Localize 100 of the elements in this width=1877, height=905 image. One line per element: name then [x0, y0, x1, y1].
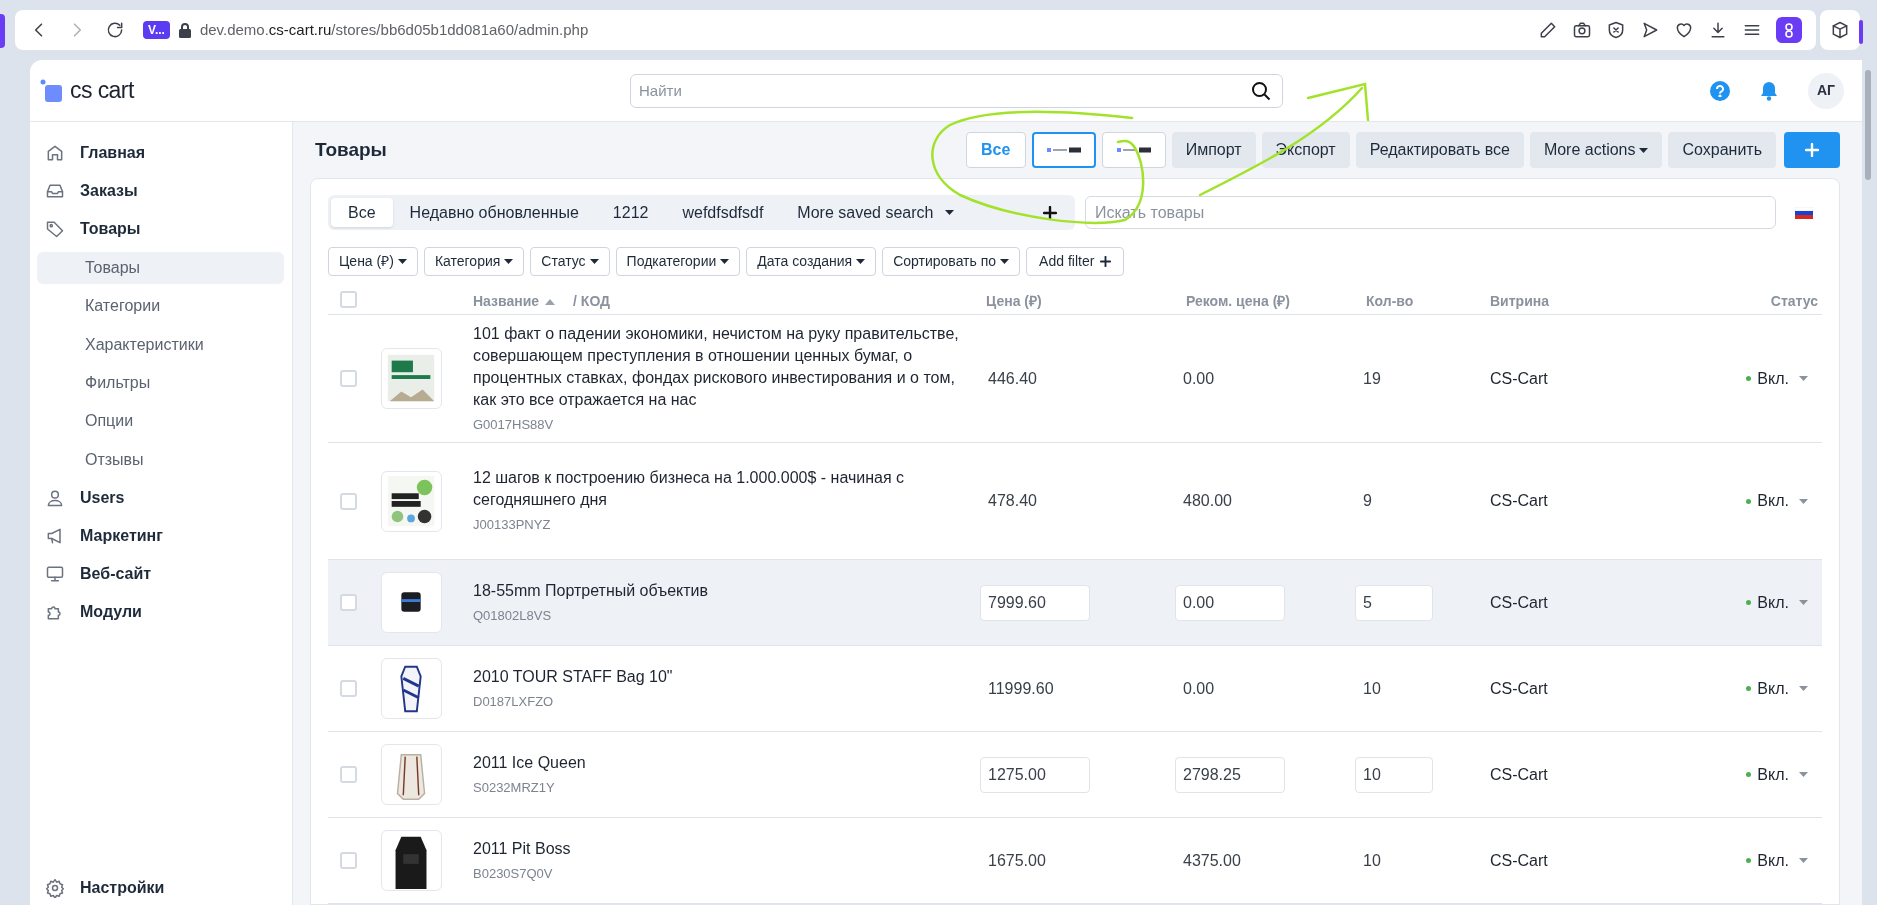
user-avatar[interactable]: АГ [1808, 72, 1844, 109]
quantity-field[interactable]: 10 [1355, 756, 1433, 793]
search-icon[interactable] [1251, 80, 1271, 101]
filter-dropdown[interactable]: Сортировать по [882, 247, 1021, 276]
list-price-field: 0.00 [1175, 369, 1223, 387]
url-text[interactable]: dev.demo.cs-cart.ru/stores/bb6d05b1dd081a60/admin.php [199, 18, 589, 42]
product-name[interactable]: 2011 Pit Boss [473, 837, 960, 860]
sidebar-subitem[interactable]: Характеристики [37, 328, 284, 361]
sidebar-subitem[interactable]: Категории [37, 290, 284, 323]
product-name[interactable]: 101 факт о падении экономики, нечистом на руку правительстве, совершающем преступления в отношении ценных бумаг, о процентных ставках, фондах рискового инвестирования и о том, как это все отражается на нас [473, 322, 960, 411]
logo-text[interactable]: cs cart [70, 73, 134, 108]
sidebar-item[interactable]: Users [37, 481, 284, 515]
storefront-name: CS-Cart [1490, 368, 1549, 389]
price-field[interactable]: 7999.60 [980, 584, 1090, 621]
caret-icon [504, 259, 514, 264]
settings-icon [45, 878, 65, 898]
view-toggle[interactable] [1031, 132, 1096, 168]
more-actions-button[interactable]: More actions [1529, 132, 1663, 168]
plus-icon [1805, 143, 1819, 157]
price-field: 446.40 [980, 369, 1045, 387]
cube-icon[interactable] [1830, 20, 1850, 40]
russian-flag-icon[interactable] [1795, 206, 1813, 219]
search-field[interactable]: Найти [630, 73, 1283, 108]
checkbox[interactable] [340, 766, 357, 783]
saved-search-tab[interactable]: 1212 [595, 198, 666, 227]
sidebar-subitem[interactable]: Фильтры [37, 366, 284, 399]
product-name[interactable]: 12 шагов к построению бизнеса на 1.000.000$ - начиная с сегодняшнего дня [473, 467, 960, 512]
filter-dropdown[interactable]: Дата создания [746, 247, 877, 276]
product-photo-placeholder[interactable] [381, 830, 442, 891]
caret-icon [1799, 858, 1808, 863]
bell-icon[interactable] [1760, 80, 1778, 101]
status-dropdown[interactable]: Вкл. [1757, 848, 1808, 873]
sidebar-subitem[interactable]: Товары [37, 251, 284, 284]
caret-icon [1799, 600, 1808, 605]
reload-icon[interactable] [105, 20, 125, 40]
extension-badge[interactable]: V... [143, 21, 170, 39]
profile-button[interactable] [1776, 17, 1803, 43]
extensions-button[interactable] [1820, 10, 1860, 50]
scrollbar[interactable] [1865, 70, 1871, 180]
caret-icon [397, 259, 407, 264]
quantity-field[interactable]: 5 [1355, 584, 1433, 621]
product-photo-placeholder[interactable] [381, 658, 442, 719]
sidebar-item[interactable]: Веб-сайт [37, 557, 284, 591]
toolbar-button[interactable]: Редактировать все [1355, 132, 1524, 168]
status-dropdown[interactable]: Вкл. [1757, 590, 1808, 615]
sidebar-item[interactable]: Товары [37, 212, 284, 246]
more-saved-search-button[interactable]: More saved search [780, 198, 972, 227]
product-code: B0230S7Q0V [473, 864, 554, 883]
checkbox[interactable] [340, 291, 357, 308]
add-button[interactable] [1784, 132, 1840, 168]
checkbox[interactable] [340, 370, 357, 387]
sidebar-subitem[interactable]: Отзывы [37, 443, 284, 476]
price-field[interactable]: 1275.00 [980, 756, 1090, 793]
status-dropdown[interactable]: Вкл. [1757, 762, 1808, 787]
filter-dropdown[interactable]: Подкатегории [615, 247, 741, 276]
product-photo-placeholder[interactable] [381, 572, 442, 633]
list-price-field: 480.00 [1175, 492, 1240, 509]
product-name[interactable]: 18-55mm Портретный объектив [473, 579, 960, 602]
status-dropdown[interactable]: Вкл. [1757, 489, 1808, 513]
quantity-field: 10 [1355, 851, 1389, 869]
status-dropdown[interactable]: Вкл. [1757, 676, 1808, 701]
checkbox[interactable] [340, 852, 357, 869]
product-name[interactable]: 2011 Ice Queen [473, 751, 960, 774]
caret-icon [720, 259, 730, 264]
checkbox[interactable] [340, 594, 357, 611]
saved-search-tab[interactable]: Недавно обновленные [392, 198, 596, 227]
sidebar-item[interactable]: Маркетинг [37, 519, 284, 553]
product-name[interactable]: 2010 TOUR STAFF Bag 10" [473, 665, 960, 688]
saved-search-tab[interactable]: Все [331, 198, 393, 227]
sidebar-subitem[interactable]: Опции [37, 405, 284, 438]
add-filter-button[interactable]: Add filter [1026, 247, 1125, 276]
logo-thumbnail-icon [1046, 147, 1081, 153]
list-price-field[interactable]: 0.00 [1175, 584, 1285, 621]
sidebar-item[interactable]: Модули [37, 595, 284, 629]
filter-dropdown[interactable]: Статус [530, 247, 610, 276]
storefront-name: CS-Cart [1490, 678, 1549, 699]
page-title: Товары [315, 137, 387, 162]
product-row[interactable]: 18-55mm Портретный объектив Q01802L8VS 7999.60 0.00 5 CS-Cart Вкл. [328, 560, 1822, 646]
caret-icon [1639, 147, 1649, 153]
status-dropdown[interactable]: Вкл. [1757, 366, 1808, 391]
sidebar-item[interactable]: Настройки [37, 873, 284, 903]
caret-icon [1799, 686, 1808, 691]
toolbar-button[interactable]: Импорт [1171, 132, 1256, 168]
camera-icon[interactable] [1572, 20, 1593, 40]
filter-dropdown[interactable]: Категория [423, 247, 525, 276]
tag-icon [45, 219, 65, 240]
quantity-field: 19 [1355, 369, 1389, 387]
filter-dropdown[interactable]: Цена (₽) [328, 247, 418, 276]
toolbar-button[interactable]: Сохранить [1668, 132, 1776, 168]
storefront-name: CS-Cart [1490, 764, 1549, 785]
list-price-field[interactable]: 2798.25 [1175, 756, 1285, 793]
sidebar-item[interactable]: Заказы [37, 174, 284, 208]
checkbox[interactable] [340, 492, 357, 510]
sidebar-item[interactable]: Главная [37, 136, 284, 170]
checkbox[interactable] [340, 680, 357, 697]
help-icon[interactable] [1710, 80, 1730, 101]
product-photo-placeholder[interactable] [381, 470, 442, 532]
saved-search-tab[interactable]: wefdfsdfsdf [665, 198, 781, 227]
product-code: Q01802L8VS [473, 606, 553, 625]
lock-icon [177, 22, 192, 38]
